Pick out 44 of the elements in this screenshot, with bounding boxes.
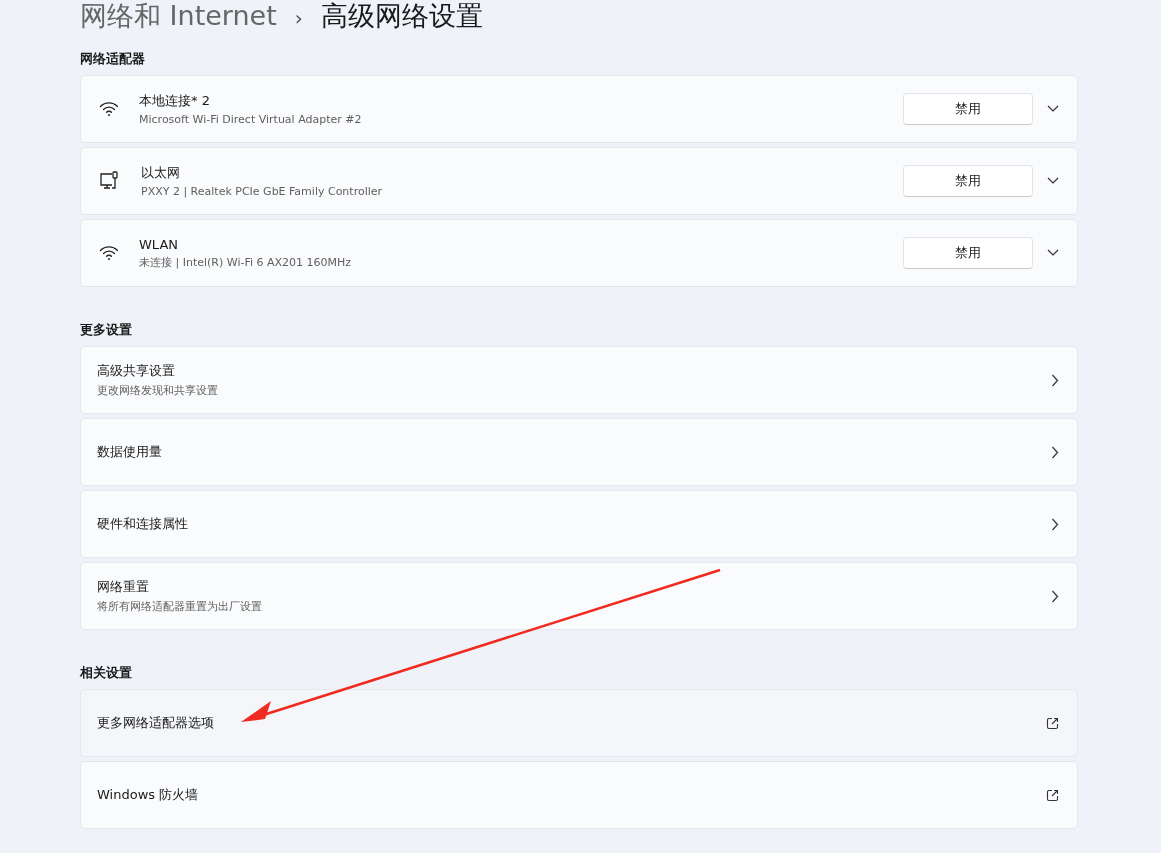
external-link-icon bbox=[1046, 788, 1059, 802]
computer-cable-icon bbox=[99, 171, 121, 191]
adapter-card[interactable]: 以太网 PXXY 2 | Realtek PCIe GbE Family Controller 禁用 bbox=[80, 147, 1078, 215]
adapter-name: WLAN bbox=[139, 236, 179, 252]
chevron-right-icon bbox=[1051, 589, 1059, 603]
chevron-down-icon[interactable] bbox=[1047, 249, 1059, 257]
adapter-name: 以太网 bbox=[141, 164, 181, 182]
setting-name: Windows 防火墙 bbox=[97, 786, 200, 804]
settings-card[interactable]: Windows 防火墙 bbox=[80, 761, 1078, 829]
setting-description: 更改网络发现和共享设置 bbox=[97, 383, 219, 398]
chevron-down-icon[interactable] bbox=[1047, 105, 1059, 113]
chevron-right-icon bbox=[1051, 445, 1059, 459]
page-title: 高级网络设置 bbox=[320, 0, 483, 33]
external-link-icon bbox=[1046, 716, 1059, 730]
disable-button[interactable]: 禁用 bbox=[903, 165, 1033, 197]
setting-name: 高级共享设置 bbox=[97, 362, 176, 380]
wifi-icon bbox=[99, 101, 119, 117]
setting-name: 网络重置 bbox=[97, 578, 150, 596]
chevron-right-icon bbox=[1051, 373, 1059, 387]
setting-name: 硬件和连接属性 bbox=[97, 515, 189, 533]
setting-description: 将所有网络适配器重置为出厂设置 bbox=[97, 599, 263, 614]
adapter-description: Microsoft Wi-Fi Direct Virtual Adapter #2 bbox=[139, 113, 363, 126]
chevron-right-icon bbox=[1051, 517, 1059, 531]
adapter-description: PXXY 2 | Realtek PCIe GbE Family Controller bbox=[141, 185, 384, 198]
adapter-card[interactable]: WLAN 未连接 | Intel(R) Wi-Fi 6 AX201 160MHz 禁用 bbox=[80, 219, 1078, 287]
settings-card[interactable]: 硬件和连接属性 bbox=[80, 490, 1078, 558]
section-heading: 更多设置 bbox=[80, 321, 133, 338]
adapter-description: 未连接 | Intel(R) Wi-Fi 6 AX201 160MHz bbox=[139, 254, 353, 270]
settings-card[interactable]: 高级共享设置 更改网络发现和共享设置 bbox=[80, 346, 1078, 414]
setting-name: 更多网络适配器选项 bbox=[97, 714, 215, 732]
settings-card[interactable]: 网络重置 将所有网络适配器重置为出厂设置 bbox=[80, 562, 1078, 630]
adapter-name: 本地连接* 2 bbox=[139, 92, 211, 110]
disable-button[interactable]: 禁用 bbox=[903, 93, 1033, 125]
settings-card[interactable]: 更多网络适配器选项 bbox=[80, 689, 1078, 757]
disable-button[interactable]: 禁用 bbox=[903, 237, 1033, 269]
section-heading: 相关设置 bbox=[80, 664, 133, 681]
breadcrumb-link[interactable]: 网络和 Internet bbox=[80, 0, 277, 34]
chevron-down-icon[interactable] bbox=[1047, 177, 1059, 185]
setting-name: 数据使用量 bbox=[97, 443, 163, 461]
adapter-card[interactable]: 本地连接* 2 Microsoft Wi-Fi Direct Virtual Adapter #2 禁用 bbox=[80, 75, 1078, 143]
section-heading: 网络适配器 bbox=[80, 50, 146, 67]
wifi-icon bbox=[99, 245, 119, 261]
settings-card[interactable]: 数据使用量 bbox=[80, 418, 1078, 486]
breadcrumb-separator: › bbox=[293, 6, 304, 30]
